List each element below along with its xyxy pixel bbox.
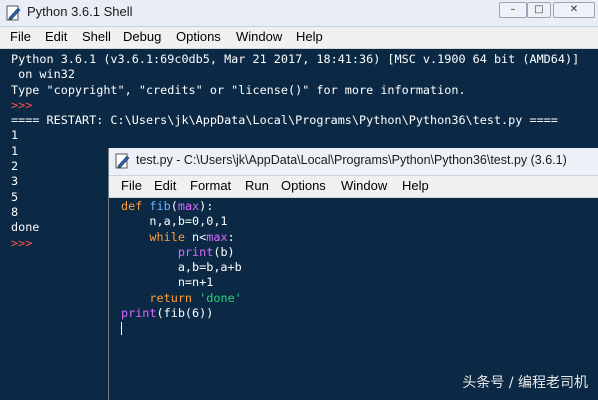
menu-debug[interactable]: Debug (123, 29, 161, 44)
editor-titlebar[interactable]: test.py - C:\Users\jk\AppData\Local\Prog… (109, 148, 598, 176)
output-line: 1 (11, 128, 19, 143)
code-text: n< (184, 229, 207, 244)
maximize-button[interactable]: □ (527, 2, 551, 18)
menu-window[interactable]: Window (236, 29, 282, 44)
restart-line: ==== RESTART: C:\Users\jk\AppData\Local\… (11, 113, 558, 128)
python-file-icon (115, 153, 130, 169)
code-line: a,b=b,a+b (121, 260, 242, 275)
editor-menu-run[interactable]: Run (245, 178, 269, 193)
menu-options[interactable]: Options (176, 29, 221, 44)
menu-shell[interactable]: Shell (82, 29, 111, 44)
code-line: while n<max: (149, 229, 235, 244)
editor-menu-edit[interactable]: Edit (154, 178, 176, 193)
shell-menubar: File Edit Shell Debug Options Window Hel… (0, 27, 598, 49)
code-editor[interactable]: def fib(max): n,a,b=0,0,1 while n<max: p… (121, 199, 242, 337)
string-literal: 'done' (199, 290, 242, 305)
editor-title: test.py - C:\Users\jk\AppData\Local\Prog… (136, 153, 567, 167)
code-line: print(b) (121, 245, 242, 260)
code-line: return 'done' (121, 290, 242, 306)
builtin: max (206, 229, 228, 244)
editor-menu-help[interactable]: Help (402, 178, 429, 193)
function-name: fib (149, 199, 171, 213)
code-text: (fib(6)) (156, 306, 214, 321)
editor-menu-window[interactable]: Window (341, 178, 387, 193)
console-line: Python 3.6.1 (v3.6.1:69c0db5, Mar 21 201… (11, 52, 580, 66)
builtin: print (177, 244, 214, 259)
maximize-icon: □ (534, 4, 544, 15)
builtin: print (121, 306, 157, 321)
keyword: def (121, 199, 143, 213)
close-icon: ✕ (569, 4, 579, 15)
shell-prompt: >>> (11, 97, 33, 112)
editor-menu-format[interactable]: Format (190, 178, 231, 193)
minimize-button[interactable]: – (499, 2, 527, 18)
editor-window: test.py - C:\Users\jk\AppData\Local\Prog… (108, 148, 598, 400)
keyword: return (149, 290, 193, 305)
code-line: print(fib(6)) (121, 306, 242, 321)
text-cursor (121, 322, 122, 336)
minimize-icon: – (510, 4, 516, 15)
menu-help[interactable]: Help (296, 29, 323, 44)
code-line: def fib(max): (121, 199, 214, 213)
close-button[interactable]: ✕ (553, 2, 595, 18)
watermark: 头条号 / 编程老司机 (462, 375, 588, 391)
menu-file[interactable]: File (10, 29, 31, 44)
shell-title: Python 3.6.1 Shell (27, 4, 133, 19)
code-line: n=n+1 (121, 275, 214, 290)
editor-menubar: File Edit Format Run Options Window Help (109, 176, 598, 198)
editor-menu-file[interactable]: File (121, 178, 142, 193)
code-text: (b) (213, 244, 235, 259)
builtin: max (177, 199, 200, 213)
console-line: on win32 (11, 67, 75, 82)
menu-edit[interactable]: Edit (45, 29, 67, 44)
keyword: while (149, 229, 185, 244)
python-feather-icon (6, 5, 21, 21)
code-line (121, 321, 242, 336)
code-line: n,a,b=0,0,1 (121, 214, 228, 229)
shell-titlebar[interactable]: Python 3.6.1 Shell – □ ✕ (0, 0, 598, 27)
editor-menu-options[interactable]: Options (281, 178, 326, 193)
console-line: Type "copyright", "credits" or "license(… (11, 82, 466, 97)
